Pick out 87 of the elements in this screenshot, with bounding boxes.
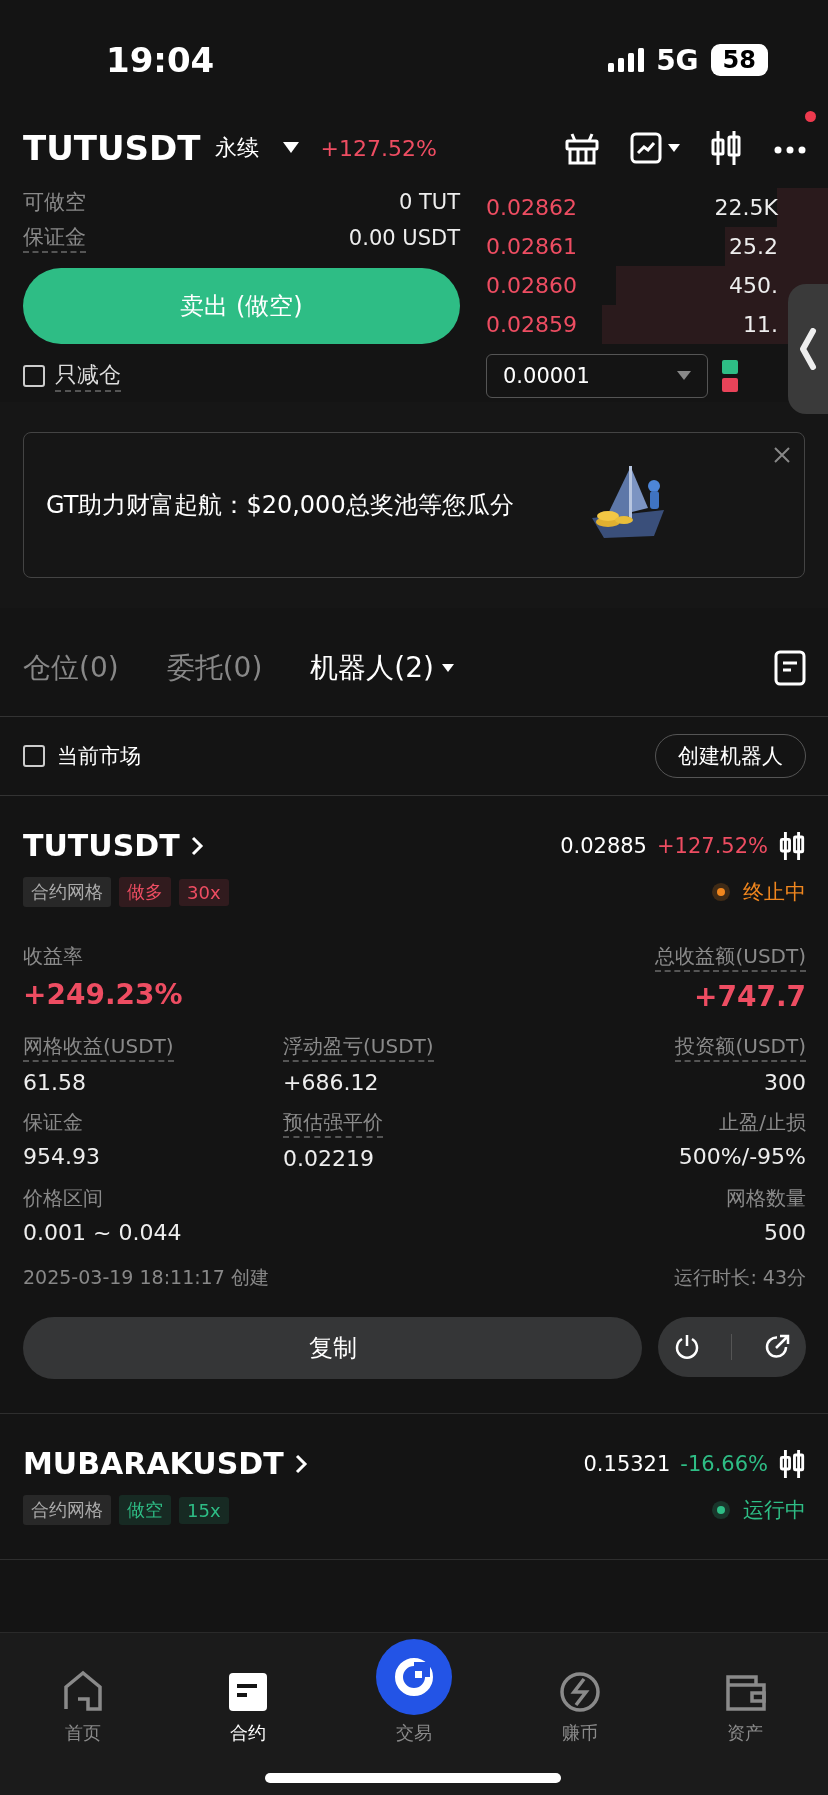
runtime: 运行时长: 43分 — [674, 1265, 806, 1290]
bot-tag: 合约网格 — [23, 1495, 111, 1525]
bot-tag: 做多 — [119, 877, 171, 907]
nav-item[interactable]: 资产 — [685, 1649, 806, 1745]
book-layout-icon[interactable] — [722, 358, 738, 394]
checkbox[interactable] — [23, 365, 45, 387]
candlestick-icon[interactable] — [710, 131, 742, 165]
promo-banner[interactable]: GT助力财富起航：$20,000总奖池等您瓜分 — [23, 432, 805, 578]
bot-tag: 30x — [179, 878, 229, 906]
stat-label: 止盈/止损 — [719, 1109, 806, 1136]
candlestick-icon[interactable] — [778, 831, 806, 860]
return-rate: +249.23% — [23, 978, 183, 1011]
stat-value: 500%/-95% — [678, 1144, 806, 1169]
nav-item[interactable]: 赚币 — [519, 1649, 640, 1745]
candlestick-icon[interactable] — [778, 1449, 806, 1478]
contract-type: 永续 — [214, 134, 259, 162]
banner-text: GT助力财富起航：$20,000总奖池等您瓜分 — [46, 490, 515, 521]
stat-value: 300 — [764, 1070, 806, 1095]
ask-price[interactable]: 0.02860 — [486, 273, 577, 298]
bot-price: 0.15321 — [583, 1451, 671, 1476]
chevron-right-icon[interactable] — [293, 1452, 308, 1475]
total-profit: +747.7 — [693, 980, 806, 1013]
tab[interactable]: 仓位(0) — [23, 649, 119, 687]
document-icon[interactable] — [774, 650, 806, 686]
tab[interactable]: 委托(0) — [166, 649, 263, 687]
bot-tag: 做空 — [119, 1495, 171, 1525]
nav-item[interactable]: 首页 — [22, 1649, 143, 1745]
line-chart-icon[interactable] — [630, 132, 662, 164]
bot-change: +127.52% — [656, 833, 768, 858]
nav-item[interactable]: 合约 — [188, 1649, 309, 1745]
status-time: 19:04 — [106, 40, 215, 80]
info-value: 0.00 USDT — [348, 226, 460, 250]
bot-symbol[interactable]: TUTUSDT — [23, 828, 180, 863]
copy-button[interactable]: 复制 — [23, 1317, 642, 1379]
close-icon[interactable] — [774, 447, 790, 463]
caret-icon[interactable] — [282, 142, 299, 154]
stat-label: 保证金 — [23, 1109, 83, 1136]
stat-label: 投资额(USDT) — [675, 1033, 806, 1062]
more-icon[interactable] — [774, 145, 806, 154]
bot-tag: 合约网格 — [23, 877, 111, 907]
bot-symbol[interactable]: MUBARAKUSDT — [23, 1446, 284, 1481]
stat-value: +686.12 — [283, 1070, 379, 1095]
info-value: 0 TUT — [398, 190, 460, 214]
bot-price: 0.02885 — [560, 833, 647, 858]
ask-amount: 11. — [743, 312, 778, 337]
reduce-only-label: 只减仓 — [55, 360, 121, 392]
network-label: 5G — [656, 43, 699, 77]
created-time: 2025-03-19 18:11:17 创建 — [23, 1265, 269, 1290]
caret-icon[interactable] — [442, 663, 454, 673]
stat-value: 0.02219 — [283, 1146, 374, 1171]
ask-price[interactable]: 0.02862 — [486, 195, 577, 220]
precision-dropdown[interactable]: 0.00001 — [486, 354, 708, 398]
stat-value: 0.001 ~ 0.044 — [23, 1220, 182, 1245]
stat-label: 网格收益(USDT) — [23, 1033, 174, 1062]
ask-amount: 25.2 — [729, 234, 778, 259]
stat-label: 浮动盈亏(USDT) — [283, 1033, 434, 1062]
stat-value: 61.58 — [23, 1070, 86, 1095]
stat-label: 总收益额(USDT) — [655, 943, 806, 972]
bot-status: 终止中 — [743, 879, 806, 906]
side-panel-handle[interactable] — [788, 284, 828, 414]
stat-label: 收益率 — [23, 943, 83, 970]
info-label: 保证金 — [23, 223, 86, 253]
stat-value: 954.93 — [23, 1144, 100, 1169]
stat-label: 预估强平价 — [283, 1109, 383, 1138]
bot-change: -16.66% — [680, 1451, 768, 1476]
info-label: 可做空 — [23, 189, 86, 216]
chevron-right-icon[interactable] — [189, 834, 204, 857]
ask-price[interactable]: 0.02861 — [486, 234, 577, 259]
power-icon[interactable] — [673, 1334, 700, 1360]
nav-item[interactable]: 交易 — [354, 1603, 474, 1745]
stat-label: 价格区间 — [23, 1185, 103, 1212]
symbol-title[interactable]: TUTUSDT — [23, 128, 201, 168]
price-change: +127.52% — [320, 135, 437, 161]
signal-icon — [608, 48, 645, 72]
ask-amount: 450. — [729, 273, 778, 298]
share-icon[interactable] — [764, 1334, 791, 1360]
checkbox[interactable] — [23, 745, 45, 767]
battery-indicator: 58 — [710, 44, 768, 76]
caret-icon[interactable] — [668, 143, 680, 153]
filter-label: 当前市场 — [57, 743, 141, 770]
ask-price[interactable]: 0.02859 — [486, 312, 577, 337]
stat-label: 网格数量 — [726, 1185, 806, 1212]
ask-amount: 22.5K — [714, 195, 778, 220]
bot-status: 运行中 — [743, 1497, 806, 1524]
stat-value: 500 — [764, 1220, 806, 1245]
tab[interactable]: 机器人(2) — [310, 649, 454, 687]
bot-tag: 15x — [179, 1496, 229, 1524]
